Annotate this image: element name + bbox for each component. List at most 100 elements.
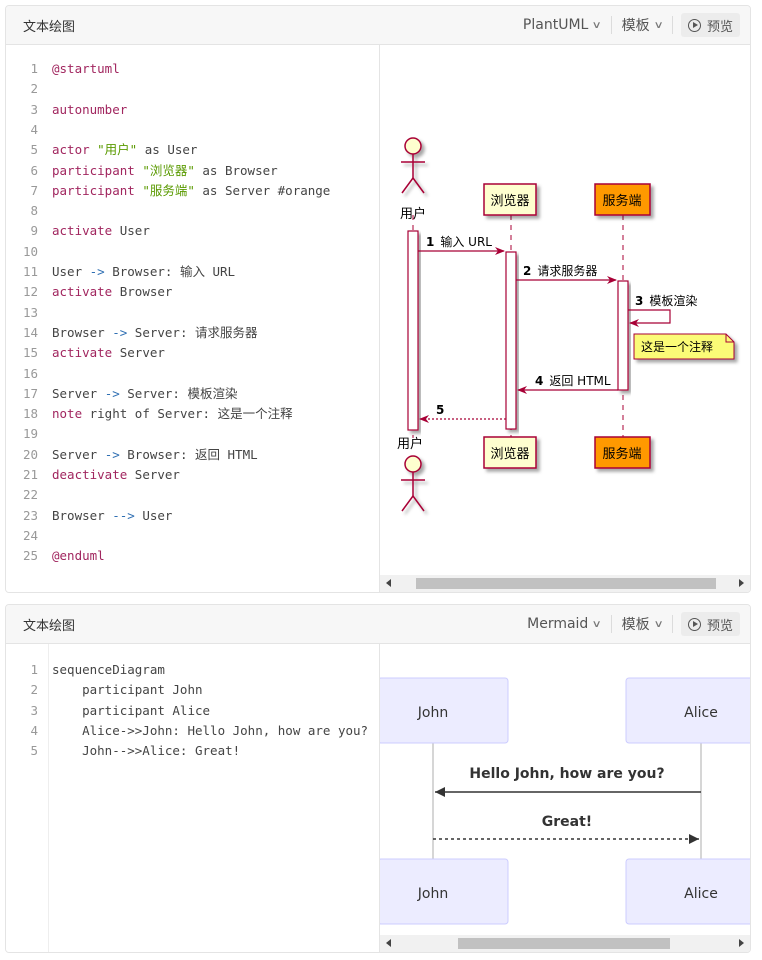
message-2-text: 请求服务器 [537,263,597,278]
preview-button-label: 预览 [706,618,733,634]
message-2-number: 2 [523,264,531,278]
code-token: actor [52,142,98,158]
browser-activation [505,251,517,430]
line-number: 2 [30,81,38,97]
code-line[interactable]: 14 Browser -> Server: 请求服务器 [6,323,258,343]
scrollbar-thumb[interactable] [416,578,716,589]
note-text: 这是一个注释 [641,339,713,354]
message-3-number: 3 [635,294,643,308]
code-token: -> [104,385,120,401]
message-1-number: 1 [426,235,434,249]
code-line[interactable]: 25 @enduml [6,546,105,566]
scroll-left-arrow-icon[interactable] [386,579,391,587]
preview-button[interactable]: 预览 [680,13,740,37]
line-number: 2 [30,682,38,698]
code-line[interactable]: 1 sequenceDiagram [6,660,164,680]
code-line[interactable]: 16 [6,364,52,384]
arrowhead-icon [419,415,429,423]
code-line[interactable]: 7 participant "服务端" as Server #orange [6,181,330,201]
code-line[interactable]: 19 [6,424,52,444]
message-1-text: 输入 URL [440,234,492,249]
code-line[interactable]: 1 @startuml [6,59,119,79]
line-number: 22 [22,487,38,503]
code-line[interactable]: 3 participant Alice [6,701,210,721]
code-line[interactable]: 20 Server -> Browser: 返回 HTML [6,445,258,465]
code-line[interactable]: 18 note right of Server: 这是一个注释 [6,404,293,424]
code-line[interactable]: 9 activate User [6,221,150,241]
template-select[interactable]: 模板 ∨ [612,12,672,38]
plantuml-panel: 文本绘图 PlantUML ∨ 模板 ∨ 预览 1 @startuml 2 3 auto… [5,5,751,593]
alice-label-bottom: Alice [684,886,718,902]
code-line[interactable]: 24 [6,526,52,546]
john-label-bottom: John [417,886,448,902]
code-line[interactable]: 17 Server -> Server: 模板渲染 [6,384,238,404]
code-line[interactable]: 11 User -> Browser: 输入 URL [6,262,235,282]
code-line[interactable]: 15 activate Server [6,343,165,363]
code-token: "用户" [97,142,138,158]
message-4-text: 返回 HTML [549,374,611,388]
code-token: "服务端" [142,182,195,198]
code-token: Browser [52,507,113,523]
code-line[interactable]: 13 [6,303,52,323]
line-number: 11 [22,264,38,279]
template-select[interactable]: 模板 ∨ [612,611,672,637]
chevron-down-icon: ∨ [653,618,664,630]
horizontal-scrollbar[interactable] [380,575,750,592]
line-number: 9 [30,223,38,239]
message-5-number: 5 [436,403,444,417]
code-token: Browser: 返回 HTML [119,446,258,462]
code-token: Browser [52,324,113,340]
code-line[interactable]: 4 [6,120,52,140]
code-token: @enduml [52,548,105,564]
line-number: 16 [22,365,38,381]
code-line[interactable]: 8 [6,201,52,221]
code-token: participant Alice [52,702,211,718]
message-1-label: 1 输入 URL [426,234,492,249]
scrollbar-thumb[interactable] [458,938,670,949]
language-select-value: Mermaid [527,616,589,632]
code-line[interactable]: 5 actor "用户" as User [6,140,197,160]
scroll-right-arrow-icon[interactable] [739,579,744,587]
code-token: as User [137,142,198,158]
scroll-left-arrow-icon[interactable] [386,939,391,947]
code-line[interactable]: 3 autonumber [6,100,127,120]
code-line[interactable]: 10 [6,242,52,262]
code-token: Server: 请求服务器 [127,324,258,340]
code-line[interactable]: 4 Alice->>John: Hello John, how are you? [6,721,368,741]
scroll-right-arrow-icon[interactable] [739,939,744,947]
language-select[interactable]: Mermaid ∨ [517,611,611,637]
user-activation [407,230,419,431]
code-token: --> [112,507,135,523]
line-number: 5 [30,743,38,759]
code-token: -> [89,264,105,279]
mermaid-panel: 文本绘图 Mermaid ∨ 模板 ∨ 预览 1 sequenceDiagram 2… [5,604,751,953]
horizontal-scrollbar[interactable] [380,935,750,952]
toolbar-divider [671,615,673,633]
code-line[interactable]: 23 Browser --> User [6,506,173,526]
language-select[interactable]: PlantUML ∨ [513,12,611,38]
panel-title: 文本绘图 [23,20,76,35]
code-token: activate [52,223,113,239]
line-number: 17 [22,385,38,401]
code-line[interactable]: 5 John-->>Alice: Great! [6,741,240,761]
line-number: 1 [30,662,38,677]
code-line[interactable]: 22 [6,485,52,505]
play-circle-icon [687,18,701,32]
diagram-preview: 用户 浏览器 服务端 1 输入 URL 2 请求服务器 3 模板渲染 这是一个注… [380,45,750,592]
code-editor[interactable]: 1 sequenceDiagram 2 participant John 3 part… [6,644,380,952]
code-token: John-->>Alice: Great! [52,743,241,759]
line-number: 3 [30,702,38,718]
preview-button[interactable]: 预览 [680,612,740,636]
code-line[interactable]: 6 participant "浏览器" as Browser [6,161,277,181]
code-token: User [112,223,150,239]
message-2-label: Great! [542,814,592,830]
code-token: -> [112,324,128,340]
line-number: 1 [30,61,38,76]
code-line[interactable]: 12 activate Browser [6,282,173,302]
actor-figure-top [401,137,425,194]
line-number: 14 [22,324,38,340]
code-line[interactable]: 21 deactivate Server [6,465,180,485]
code-line[interactable]: 2 [6,79,52,99]
code-editor[interactable]: 1 @startuml 2 3 autonumber 4 5 actor "用户" as Us… [6,45,380,592]
code-line[interactable]: 2 participant John [6,680,202,700]
